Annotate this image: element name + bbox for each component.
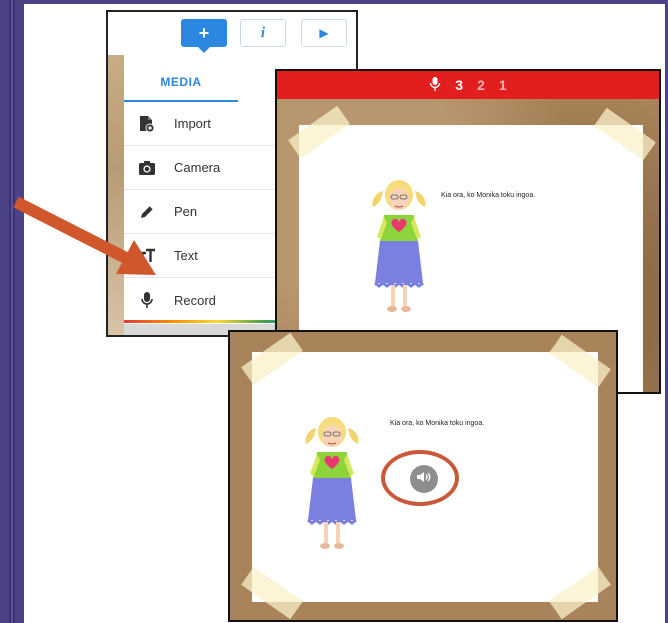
pen-icon xyxy=(138,203,156,221)
add-media-button[interactable]: + xyxy=(181,19,227,53)
tape-decoration xyxy=(549,334,611,388)
menu-item-label: Import xyxy=(174,116,211,131)
character-illustration xyxy=(302,414,362,554)
recording-bar: 3 2 1 xyxy=(277,71,659,99)
microphone-icon xyxy=(429,76,441,95)
menu-item-label: Pen xyxy=(174,204,198,219)
camera-icon xyxy=(138,159,156,177)
tab-media[interactable]: MEDIA xyxy=(124,64,238,102)
play-button[interactable]: ▶ xyxy=(301,19,347,47)
highlight-ring xyxy=(381,450,459,506)
menu-item-label: Record xyxy=(174,292,216,308)
character-illustration xyxy=(369,177,429,317)
import-icon xyxy=(138,115,156,133)
tape-decoration xyxy=(241,332,303,386)
page-text: Kia ora, ko Monika toku ingoa. xyxy=(390,420,485,427)
info-button[interactable]: i xyxy=(240,19,286,47)
countdown-1: 1 xyxy=(498,77,507,93)
background-page-strip xyxy=(108,55,124,335)
tape-decoration xyxy=(241,566,303,620)
text-icon xyxy=(138,247,156,265)
frame-top-bar xyxy=(0,0,668,4)
menu-item-label: Text xyxy=(174,248,198,263)
microphone-icon xyxy=(138,291,156,309)
countdown-3: 3 xyxy=(455,77,464,93)
page-text: Kia ora, ko Monika toku ingoa. xyxy=(441,192,536,199)
menu-item-label: Camera xyxy=(174,160,221,175)
countdown-2: 2 xyxy=(477,77,485,93)
frame-left-bar xyxy=(0,0,24,623)
tape-decoration xyxy=(549,566,611,620)
